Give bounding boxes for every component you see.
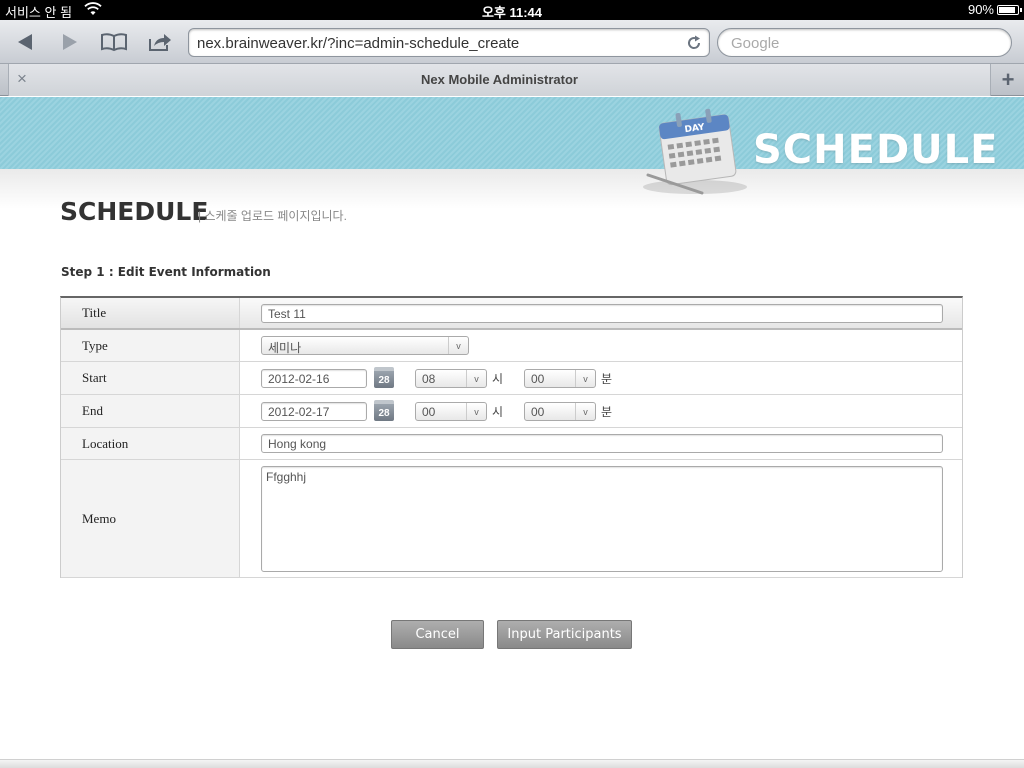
end-minute-select[interactable]: 00 v [524, 402, 596, 421]
clock: 오후 11:44 [481, 5, 543, 20]
chevron-down-icon: v [466, 370, 486, 387]
location-input[interactable]: Hong kong [261, 434, 943, 453]
page-title: SCHEDULE [60, 197, 209, 226]
cancel-button[interactable]: Cancel [391, 620, 484, 649]
end-minute-unit: 분 [601, 405, 613, 419]
tab-active[interactable]: × Nex Mobile Administrator [8, 64, 991, 96]
start-date-input[interactable]: 2012-02-16 [261, 369, 367, 388]
start-minute-select[interactable]: 00 v [524, 369, 596, 388]
search-bar[interactable]: Google [717, 28, 1012, 57]
start-label: Start [61, 362, 240, 394]
type-select[interactable]: 세미나 v [261, 336, 469, 355]
new-tab-icon[interactable]: + [992, 64, 1024, 96]
status-bar: 서비스 안 됨 오후 11:44 90% [0, 0, 1024, 20]
location-label: Location [61, 428, 240, 459]
type-label: Type [61, 330, 240, 361]
form-row-location: Location Hong kong [61, 428, 962, 460]
chevron-down-icon: v [575, 370, 595, 387]
form-row-title: Title Test 11 [61, 298, 962, 330]
title-input[interactable]: Test 11 [261, 304, 943, 323]
tab-title: Nex Mobile Administrator [421, 72, 578, 87]
end-calendar-icon[interactable]: 28 [374, 400, 394, 421]
start-hour-unit: 시 [492, 372, 504, 386]
end-hour-select[interactable]: 00 v [415, 402, 487, 421]
end-date-input[interactable]: 2012-02-17 [261, 402, 367, 421]
chevron-down-icon: v [448, 337, 468, 354]
end-hour-value: 00 [422, 405, 436, 419]
end-hour-unit: 시 [492, 405, 504, 419]
memo-label: Memo [61, 460, 240, 577]
chevron-down-icon: v [575, 403, 595, 420]
battery-icon [997, 5, 1022, 15]
forward-button[interactable] [55, 28, 85, 56]
browser-toolbar: nex.brainweaver.kr/?inc=admin-schedule_c… [0, 20, 1024, 64]
title-label: Title [61, 298, 240, 328]
form-row-start: Start 2012-02-16 28 08 v 시 00 v 분 [61, 362, 962, 395]
banner-title: SCHEDULE [753, 127, 999, 173]
page-subtitle: | 스케줄 업로드 페이지입니다. [198, 209, 347, 223]
start-minute-value: 00 [531, 372, 545, 386]
chevron-down-icon: v [466, 403, 486, 420]
input-participants-button[interactable]: Input Participants [497, 620, 632, 649]
end-minute-value: 00 [531, 405, 545, 419]
form-row-end: End 2012-02-17 28 00 v 시 00 v 분 [61, 395, 962, 428]
bookmarks-icon [101, 33, 127, 52]
back-button[interactable] [10, 28, 40, 56]
web-page: DAY SCHEDULE SCHEDULE | 스케줄 업로드 페이지입니다. … [0, 97, 1024, 759]
schedule-form: Title Test 11 Type 세미나 v Start 2012-02-1… [60, 296, 963, 578]
calendar-illustration-icon: DAY [643, 108, 747, 195]
start-calendar-icon[interactable]: 28 [374, 367, 394, 388]
start-hour-value: 08 [422, 372, 436, 386]
memo-textarea[interactable]: Ffgghhj [261, 466, 943, 572]
url-text: nex.brainweaver.kr/?inc=admin-schedule_c… [197, 35, 520, 52]
form-row-memo: Memo Ffgghhj [61, 460, 962, 578]
end-label: End [61, 395, 240, 427]
share-button[interactable] [145, 28, 175, 56]
share-icon [149, 34, 171, 51]
forward-icon [63, 34, 77, 50]
start-hour-select[interactable]: 08 v [415, 369, 487, 388]
bottom-edge [0, 759, 1024, 768]
start-minute-unit: 분 [601, 372, 613, 386]
step-title: Step 1 : Edit Event Information [61, 265, 271, 279]
bookmarks-button[interactable] [99, 28, 129, 56]
battery-percent: 90% [967, 2, 994, 17]
back-icon [18, 34, 32, 50]
reload-icon[interactable] [685, 34, 703, 52]
url-bar[interactable]: nex.brainweaver.kr/?inc=admin-schedule_c… [188, 28, 710, 57]
type-select-value: 세미나 [268, 341, 302, 355]
form-row-type: Type 세미나 v [61, 330, 962, 362]
tab-bar: × Nex Mobile Administrator + [0, 64, 1024, 96]
search-placeholder: Google [731, 35, 780, 52]
